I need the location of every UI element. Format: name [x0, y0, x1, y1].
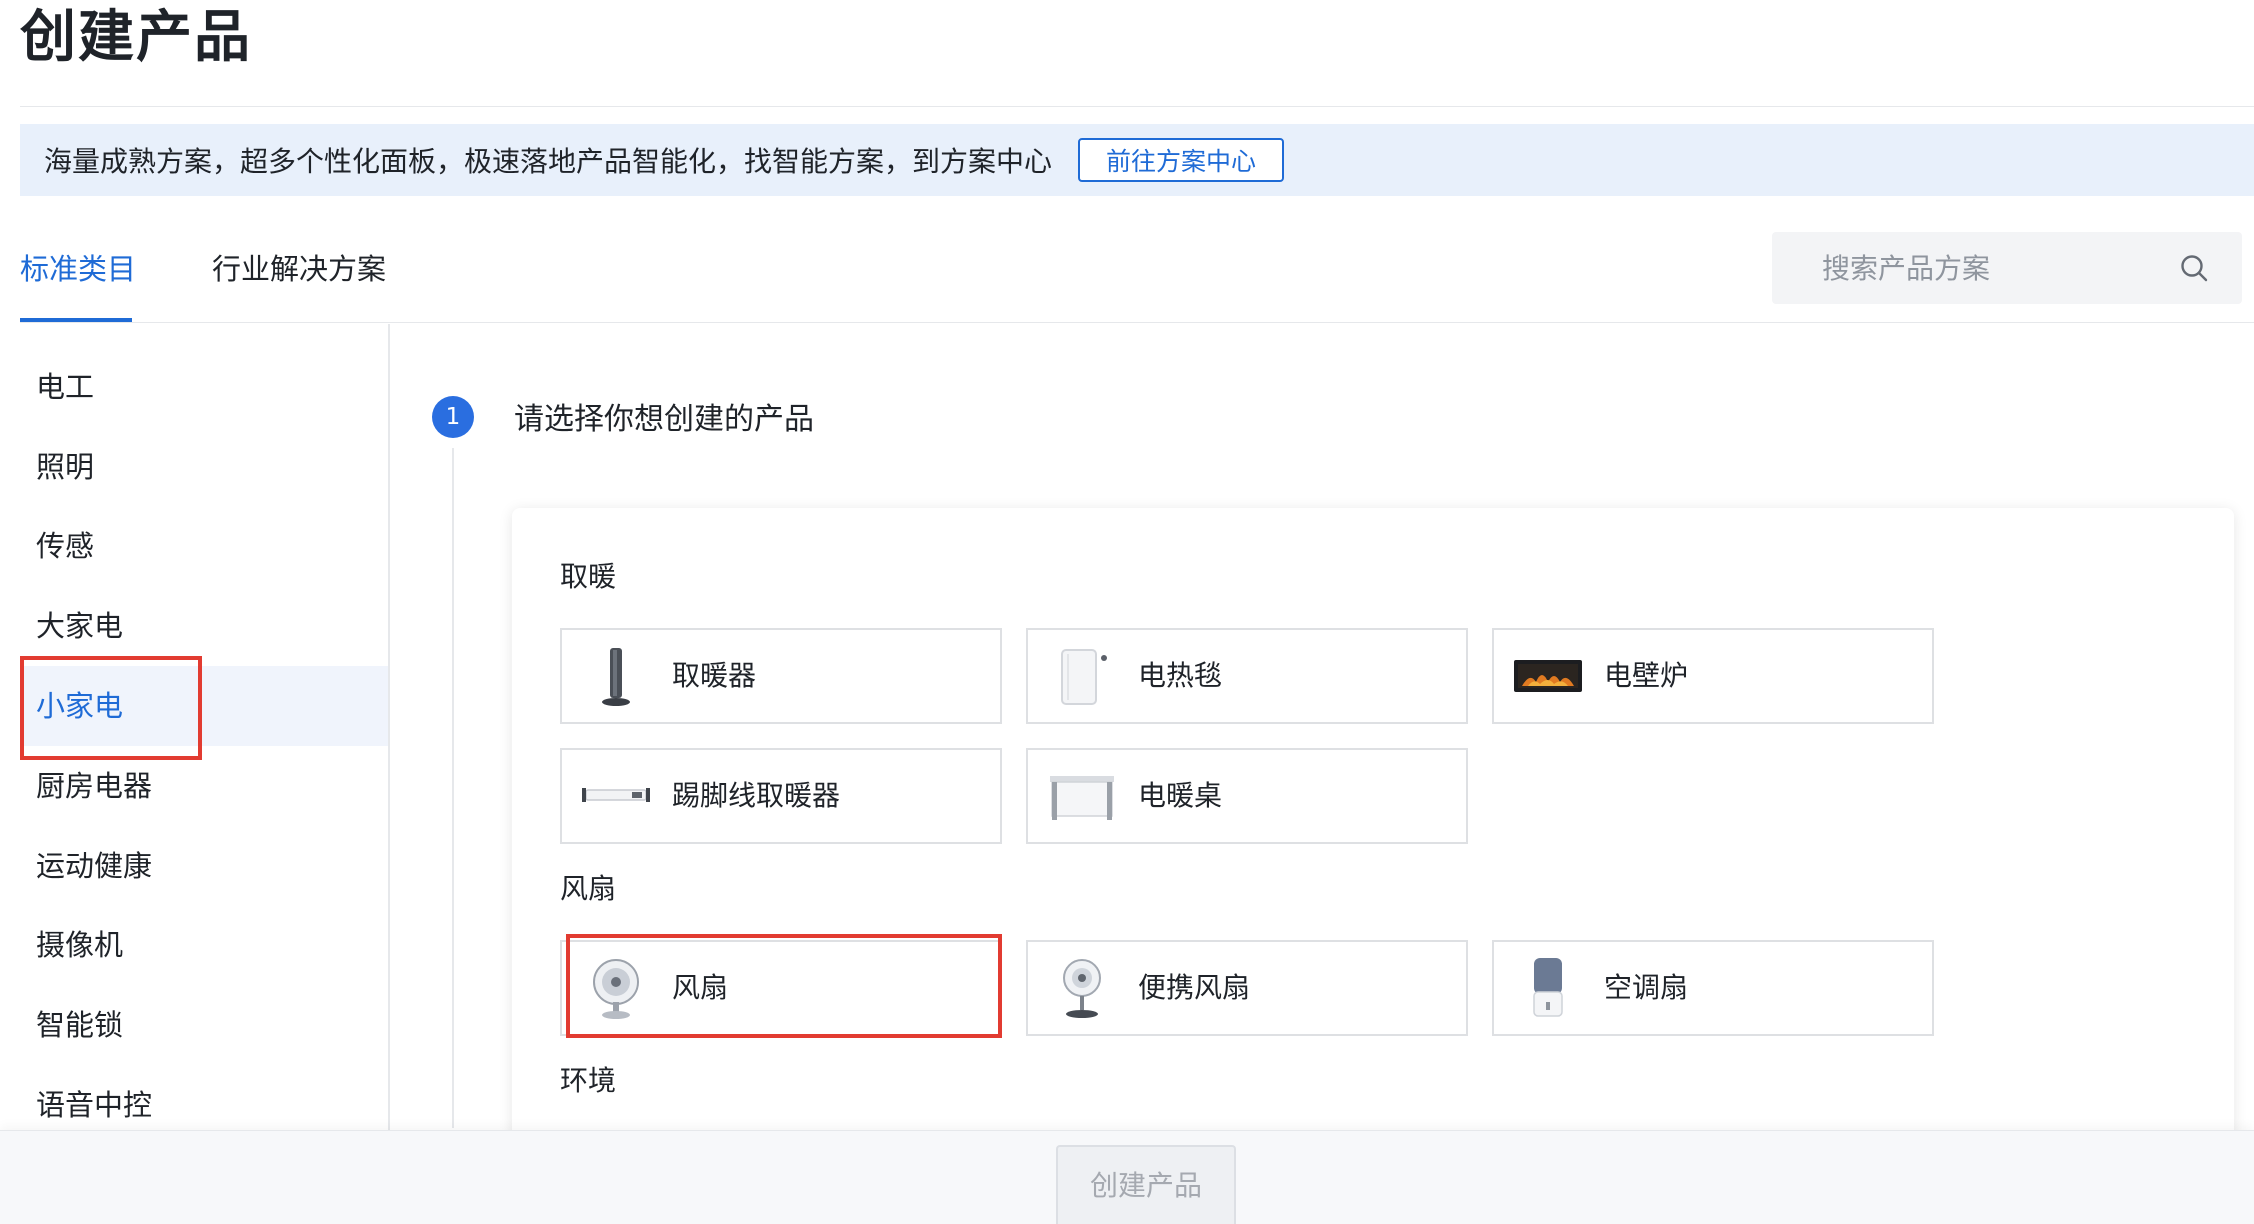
- sidebar-item-kitchen-appliances[interactable]: 厨房电器: [20, 746, 388, 826]
- product-heating-table[interactable]: 电暖桌: [1026, 748, 1468, 844]
- tab-industry-solutions[interactable]: 行业解决方案: [212, 236, 386, 302]
- product-label: 便携风扇: [1138, 971, 1251, 1004]
- product-electric-fireplace[interactable]: 电壁炉: [1492, 628, 1934, 724]
- sidebar-item-lighting[interactable]: 照明: [20, 427, 388, 507]
- banner-text: 海量成熟方案，超多个性化面板，极速落地产品智能化，找智能方案，到方案中心: [44, 145, 1053, 178]
- group-label-heating: 取暖: [560, 560, 617, 593]
- sidebar-item-smart-lock[interactable]: 智能锁: [20, 985, 388, 1065]
- category-sidebar: 电工 照明 传感 大家电 小家电 厨房电器 运动健康 摄像机 智能锁 语音中控: [20, 324, 390, 1130]
- sidebar-item-small-appliances[interactable]: 小家电: [20, 666, 388, 746]
- product-label: 空调扇: [1604, 971, 1689, 1004]
- tabs-divider: [20, 322, 2254, 323]
- sidebar-item-sensing[interactable]: 传感: [20, 506, 388, 586]
- fan-icon: [593, 959, 639, 1019]
- product-label: 电热毯: [1138, 659, 1223, 692]
- product-electric-blanket[interactable]: 电热毯: [1026, 628, 1468, 724]
- portable-fan-icon: [1063, 959, 1101, 1018]
- tab-standard-category[interactable]: 标准类目: [20, 236, 136, 302]
- baseboard-heater-icon: [582, 788, 650, 802]
- product-label: 电暖桌: [1138, 779, 1223, 812]
- product-baseboard-heater[interactable]: 踢脚线取暖器: [560, 748, 1002, 844]
- product-fan[interactable]: 风扇: [560, 940, 1002, 1036]
- search-input[interactable]: [1772, 232, 2172, 304]
- solution-banner: 海量成熟方案，超多个性化面板，极速落地产品智能化，找智能方案，到方案中心 前往方…: [20, 124, 2254, 196]
- product-label: 踢脚线取暖器: [672, 779, 841, 812]
- product-label: 风扇: [672, 971, 729, 1004]
- sidebar-item-sports-health[interactable]: 运动健康: [20, 826, 388, 906]
- sidebar-item-large-appliances[interactable]: 大家电: [20, 586, 388, 666]
- heater-icon: [602, 648, 630, 706]
- create-product-button[interactable]: 创建产品: [1056, 1145, 1236, 1224]
- electric-fireplace-icon: [1514, 660, 1582, 692]
- create-product-page: 创建产品 海量成熟方案，超多个性化面板，极速落地产品智能化，找智能方案，到方案中…: [0, 0, 2254, 1224]
- product-air-cooler[interactable]: 空调扇: [1492, 940, 1934, 1036]
- air-cooler-icon: [1533, 958, 1563, 1017]
- search-box: [1772, 232, 2242, 304]
- step-title: 请选择你想创建的产品: [514, 402, 814, 437]
- go-to-solution-center-button[interactable]: 前往方案中心: [1078, 138, 1285, 182]
- sidebar-item-camera[interactable]: 摄像机: [20, 905, 388, 985]
- step-number-badge: 1: [432, 396, 474, 438]
- group-label-environment: 环境: [560, 1064, 617, 1097]
- product-label: 电壁炉: [1604, 659, 1689, 692]
- product-portable-fan[interactable]: 便携风扇: [1026, 940, 1468, 1036]
- search-icon[interactable]: [2178, 252, 2210, 284]
- product-label: 取暖器: [672, 659, 757, 692]
- electric-blanket-icon: [1061, 649, 1107, 705]
- product-heater[interactable]: 取暖器: [560, 628, 1002, 724]
- footer-bar: 创建产品: [0, 1130, 2254, 1224]
- step-connector-line: [452, 448, 454, 1128]
- sidebar-item-electrician[interactable]: 电工: [20, 347, 388, 427]
- group-label-fans: 风扇: [560, 872, 617, 905]
- title-divider: [20, 106, 2254, 107]
- heating-table-icon: [1050, 776, 1114, 820]
- product-selection-card: 取暖 取暖器 电热毯 电壁炉 踢脚线取暖器 电暖桌 风扇 风扇 便携风扇 空调扇…: [512, 508, 2234, 1148]
- page-title: 创建产品: [20, 5, 252, 70]
